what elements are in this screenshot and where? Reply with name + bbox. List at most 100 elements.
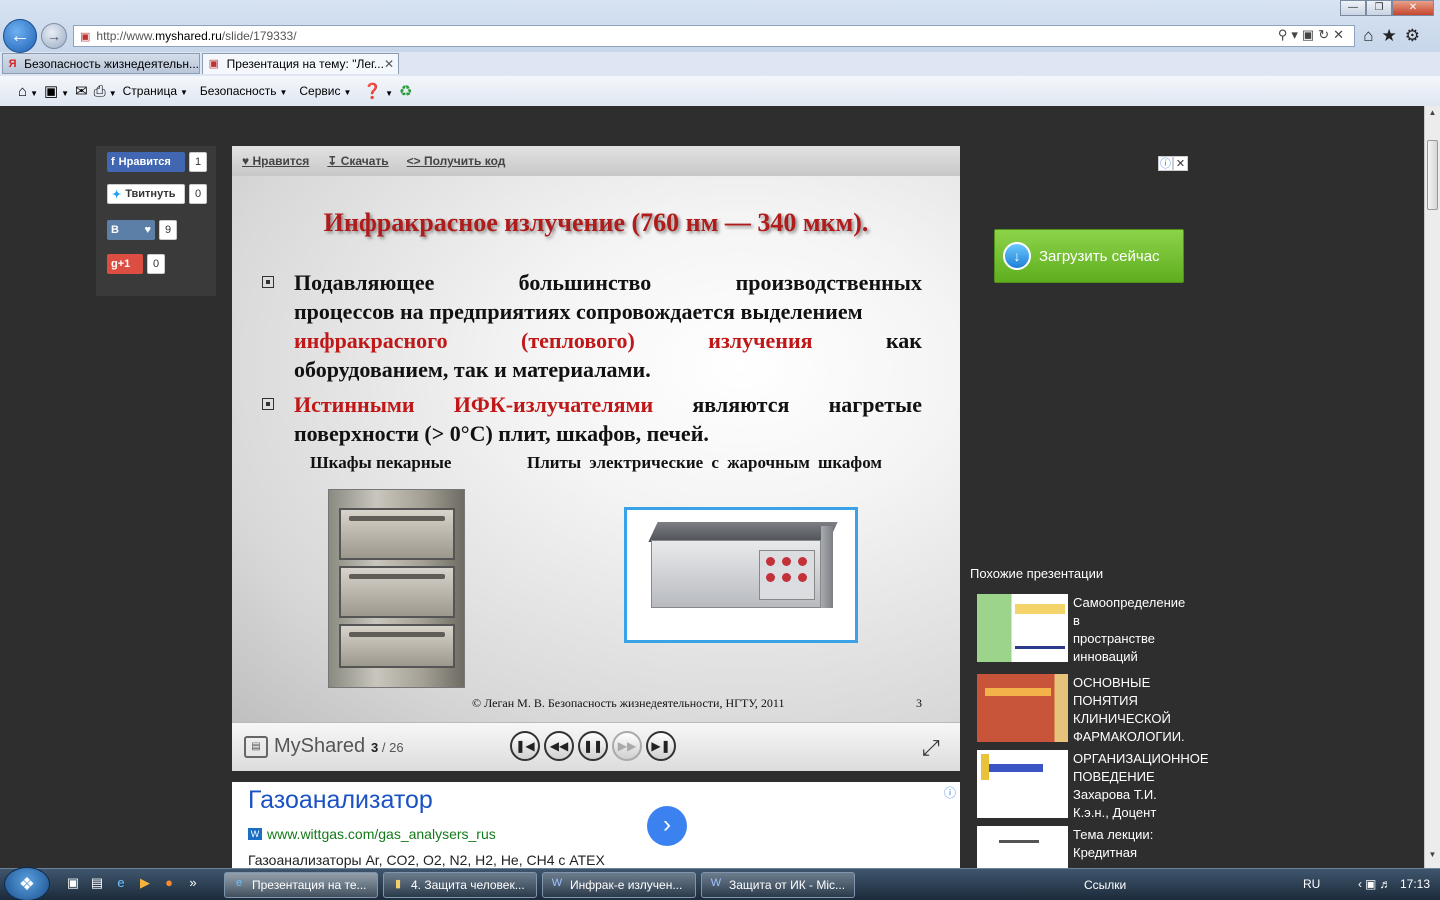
ad-title[interactable]: Газоанализатор	[248, 786, 433, 815]
scroll-up-arrow-icon[interactable]: ▲	[1425, 108, 1440, 124]
scroll-down-arrow-icon[interactable]: ▼	[1425, 850, 1440, 866]
menu-page[interactable]: Страница ▼	[123, 84, 188, 98]
download-now-button[interactable]: ↓ Загрузить сейчас	[994, 229, 1184, 283]
similar-item[interactable]: Тема лекции: Кредитная	[977, 826, 1197, 868]
fullscreen-icon[interactable]: ⤢	[922, 735, 940, 761]
tray-icons[interactable]: ‹▣♬	[1358, 877, 1394, 891]
task-word-2[interactable]: W Защита от ИК - Mic...	[701, 872, 855, 898]
word-icon: W	[551, 877, 563, 889]
similar-item[interactable]: ОРГАНИЗАЦИОННОЕ ПОВЕДЕНИЕ Захарова Т.И. …	[977, 750, 1209, 822]
explorer-icon[interactable]: ▤	[86, 875, 108, 893]
similar-item[interactable]: Самоопределение в пространстве инноваций	[977, 594, 1197, 664]
settings-gear-icon[interactable]: ⚙	[1405, 26, 1428, 45]
next-slide-button[interactable]: ▶▶	[612, 731, 642, 761]
research-icon[interactable]: ♻	[399, 82, 412, 100]
rss-icon[interactable]: ▣ ▼	[44, 82, 69, 100]
similar-title[interactable]: ОРГАНИЗАЦИОННОЕ ПОВЕДЕНИЕ Захарова Т.И. …	[1073, 750, 1209, 822]
ad-url[interactable]: Wwww.wittgas.com/gas_analysers_rus	[248, 826, 496, 842]
gplus-button[interactable]: g+1	[107, 254, 143, 274]
facebook-like-button[interactable]: f Нравится	[107, 152, 185, 172]
task-ie[interactable]: e Презентация на те...	[224, 872, 378, 898]
download-icon: ↧	[327, 154, 338, 168]
similar-thumbnail[interactable]	[977, 826, 1068, 868]
maximize-button[interactable]: ❐	[1366, 0, 1392, 16]
word: являются	[692, 392, 790, 417]
download-link[interactable]: ↧ Скачать	[327, 154, 388, 168]
help-icon[interactable]: ❓ ▼	[363, 82, 393, 100]
myshared-logo[interactable]: ▤ MyShared	[244, 735, 365, 758]
bullet-1-line-1: Подавляющее большинство производственных	[294, 268, 922, 297]
adchoices-icon[interactable]: ⓘ	[1158, 156, 1173, 171]
language-indicator[interactable]: RU	[1303, 877, 1320, 891]
similar-title[interactable]: Самоопределение в пространстве инноваций	[1073, 594, 1197, 666]
home-icon[interactable]: ⌂	[1363, 26, 1381, 45]
word: как	[885, 328, 922, 353]
quick-launch: ▣ ▤ e ▶ ● »	[62, 875, 206, 893]
vk-like-button[interactable]: В ♥	[107, 220, 155, 240]
bullet-2-line-2: поверхности (> 0°С) плит, шкафов, печей.	[294, 421, 709, 446]
close-ad-icon[interactable]: ✕	[1173, 156, 1188, 171]
first-slide-button[interactable]: ❚◀	[510, 731, 540, 761]
ad-arrow-button[interactable]: ›	[647, 806, 687, 846]
print-icon[interactable]: ⎙ ▼	[94, 83, 117, 100]
tab-bzhd[interactable]: Я Безопасность жизнедеятельн...	[2, 53, 200, 74]
similar-title[interactable]: Тема лекции: Кредитная	[1073, 826, 1197, 862]
vertical-scrollbar[interactable]: ▲ ▼	[1424, 106, 1440, 868]
close-tab-icon[interactable]: ✕	[384, 57, 394, 71]
gplus-share[interactable]: g+1 0	[107, 254, 165, 274]
stove-top	[648, 522, 838, 542]
start-button[interactable]: ❖	[4, 867, 50, 900]
similar-thumbnail[interactable]	[977, 674, 1068, 742]
knob-icon	[766, 573, 775, 582]
vk-share[interactable]: В ♥ 9	[107, 220, 177, 240]
tweet-button[interactable]: ✦ Твитнуть	[107, 184, 185, 204]
clock[interactable]: 17:13	[1400, 877, 1430, 891]
links-toolbar[interactable]: Ссылки	[1084, 878, 1126, 892]
ie-icon[interactable]: e	[110, 875, 132, 893]
minimize-button[interactable]: —	[1340, 0, 1366, 16]
task-word-1[interactable]: W Инфрак-е излучен...	[542, 872, 696, 898]
word: (теплового)	[521, 328, 635, 353]
oven-door	[339, 566, 455, 618]
desktop-icon[interactable]: ▣	[62, 875, 84, 893]
task-folder[interactable]: ▮ 4. Защита человек...	[383, 872, 537, 898]
like-link[interactable]: ♥ Нравится	[242, 154, 309, 168]
similar-thumbnail[interactable]	[977, 594, 1068, 662]
home-icon[interactable]: ⌂ ▼	[18, 83, 38, 100]
embed-link[interactable]: <> Получить код	[407, 154, 506, 168]
menu-service[interactable]: Сервис ▼	[299, 84, 351, 98]
mail-icon[interactable]: ✉	[75, 82, 88, 100]
adchoices-icon[interactable]: ⓘ	[944, 784, 956, 801]
forward-button[interactable]: →	[41, 23, 67, 49]
favorites-star-icon[interactable]: ★	[1382, 26, 1405, 45]
text-ad[interactable]: Газоанализатор Wwww.wittgas.com/gas_anal…	[232, 782, 960, 868]
similar-title[interactable]: ОСНОВНЫЕ ПОНЯТИЯ КЛИНИЧЕСКОЙ ФАРМАКОЛОГИ…	[1073, 674, 1197, 746]
firefox-icon[interactable]: ●	[158, 875, 180, 893]
word: производственных	[735, 270, 922, 295]
slide-viewer: ♥ Нравится ↧ Скачать <> Получить код Инф…	[232, 146, 960, 771]
similar-item[interactable]: ОСНОВНЫЕ ПОНЯТИЯ КЛИНИЧЕСКОЙ ФАРМАКОЛОГИ…	[977, 674, 1197, 744]
address-bar[interactable]: ▣ http://www.myshared.ru/slide/179333/ ⚲…	[73, 25, 1355, 47]
oven-door	[339, 508, 455, 560]
media-icon[interactable]: ▶	[134, 875, 156, 893]
twitter-icon: ✦	[112, 188, 122, 201]
pause-button[interactable]: ❚❚	[578, 731, 608, 761]
tab-presentation[interactable]: ▣ Презентация на тему: "Лег... ✕	[202, 53, 399, 74]
close-window-button[interactable]: ✕	[1392, 0, 1434, 16]
address-tools[interactable]: ⚲▾▣↻✕	[1278, 27, 1348, 43]
more-icon[interactable]: »	[182, 875, 204, 893]
last-slide-button[interactable]: ▶❚	[646, 731, 676, 761]
menu-safety[interactable]: Безопасность ▼	[200, 84, 287, 98]
address-row: ← → ▣ http://www.myshared.ru/slide/17933…	[0, 0, 1440, 53]
back-button[interactable]: ←	[3, 19, 37, 53]
twitter-share[interactable]: ✦ Твитнуть 0	[107, 184, 207, 204]
facebook-share[interactable]: f Нравится 1	[107, 152, 207, 172]
similar-thumbnail[interactable]	[977, 750, 1068, 818]
bullet-1-line-2: процессов на предприятиях сопровождается…	[294, 299, 863, 324]
knob-icon	[798, 573, 807, 582]
facebook-icon: f	[111, 156, 115, 168]
scroll-thumb[interactable]	[1427, 140, 1438, 210]
code-icon: <>	[406, 154, 421, 168]
knob-icon	[782, 573, 791, 582]
prev-slide-button[interactable]: ◀◀	[544, 731, 574, 761]
